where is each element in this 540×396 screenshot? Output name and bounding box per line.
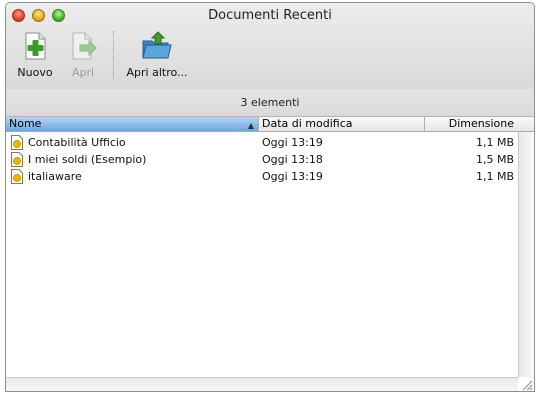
file-name: Contabilità Ufficio (28, 136, 126, 149)
column-header-size[interactable]: Dimensione (424, 117, 518, 131)
item-count-bar: 3 elementi (6, 89, 534, 117)
file-modified: Oggi 13:19 (262, 170, 323, 183)
file-modified: Oggi 13:18 (262, 153, 323, 166)
new-document-icon (25, 32, 46, 60)
open-button[interactable]: Apri (68, 31, 98, 79)
open-other-button-label: Apri altro... (126, 66, 188, 79)
column-header-modified[interactable]: Data di modifica (258, 117, 424, 131)
column-header-name-label: Nome (9, 117, 42, 130)
resize-grip-icon[interactable] (519, 377, 533, 391)
document-icon (11, 135, 23, 150)
open-button-label: Apri (71, 66, 95, 79)
open-other-button[interactable]: Apri altro... (122, 31, 192, 79)
table-row[interactable]: I miei soldi (Esempio) Oggi 13:18 1,5 MB (6, 151, 518, 168)
title-toolbar-area: Documenti Recenti Nuovo Apri Apri altro.… (6, 3, 534, 90)
vertical-scrollbar[interactable] (518, 132, 533, 377)
file-modified: Oggi 13:19 (262, 136, 323, 149)
folder-open-icon (142, 31, 172, 59)
table-header: Nome ▲ Data di modifica Dimensione (6, 117, 534, 132)
sort-ascending-icon: ▲ (247, 121, 254, 130)
file-size: 1,1 MB (475, 170, 514, 183)
open-arrow-icon (72, 32, 97, 60)
recent-documents-window: Documenti Recenti Nuovo Apri Apri altro.… (5, 2, 535, 392)
item-count-text: 3 elementi (240, 96, 300, 109)
file-list: Contabilità Ufficio Oggi 13:19 1,1 MB I … (6, 132, 518, 378)
column-header-modified-label: Data di modifica (262, 117, 353, 130)
table-row[interactable]: italiaware Oggi 13:19 1,1 MB (6, 168, 518, 185)
file-name: italiaware (28, 170, 82, 183)
file-size: 1,1 MB (475, 136, 514, 149)
window-title: Documenti Recenti (208, 8, 332, 23)
table-row[interactable]: Contabilità Ufficio Oggi 13:19 1,1 MB (6, 134, 518, 151)
toolbar-separator (113, 31, 115, 79)
file-name: I miei soldi (Esempio) (28, 153, 147, 166)
column-header-size-label: Dimensione (448, 117, 514, 130)
column-header-name[interactable]: Nome ▲ (6, 117, 258, 131)
new-button-label: Nuovo (17, 66, 53, 79)
document-icon (11, 152, 23, 167)
new-button[interactable]: Nuovo (16, 31, 54, 79)
document-icon (11, 169, 23, 184)
file-size: 1,5 MB (475, 153, 514, 166)
horizontal-scrollbar[interactable] (6, 377, 518, 391)
